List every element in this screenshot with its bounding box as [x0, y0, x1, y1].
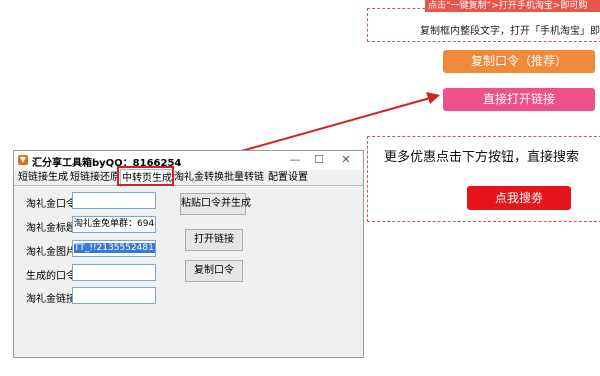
tlj-link-label: 淘礼金链接 — [26, 294, 76, 305]
tlj-title-label: 淘礼金标题 — [26, 223, 76, 234]
tab-settings[interactable]: 配置设置 — [266, 171, 310, 185]
tlj-code-label: 淘礼金口令 — [26, 199, 76, 210]
close-button[interactable]: ✕ — [337, 152, 355, 168]
paste-and-generate-button[interactable]: 粘贴口令并生成 — [180, 193, 251, 215]
title-bar[interactable]: ▼ 汇分享工具箱byQQ：8166254 — ☐ ✕ — [14, 151, 363, 170]
tab-bar: 短链接生成 短链接还原 中转页生成 淘礼金转换 批量转链 配置设置 — [14, 169, 363, 187]
active-tab-highlight — [117, 166, 174, 186]
tab-short-link-restore[interactable]: 短链接还原 — [70, 171, 120, 185]
open-link-button[interactable]: 打开链接 — [185, 229, 243, 251]
tlj-title-input[interactable]: 淘礼金免单群：694806 — [72, 216, 156, 233]
copy-code-button[interactable]: 复制口令 — [185, 260, 243, 282]
generated-code-label: 生成的口令 — [26, 271, 76, 282]
tlj-link-input[interactable] — [72, 287, 156, 304]
app-logo-icon: ▼ — [18, 155, 28, 165]
tlj-image-input[interactable]: TT_!!2135552481.jpg — [72, 240, 156, 257]
tlj-image-label: 淘礼金图片 — [26, 247, 76, 258]
tab-short-link-generate[interactable]: 短链接生成 — [18, 171, 68, 185]
tlj-code-input[interactable] — [72, 192, 156, 209]
tab-batch-convert[interactable]: 批量转链 — [224, 171, 264, 185]
app-window: ▼ 汇分享工具箱byQQ：8166254 — ☐ ✕ 短链接生成 短链接还原 中… — [13, 150, 364, 358]
generated-code-input[interactable] — [72, 264, 156, 281]
tlj-image-selected-text: TT_!!2135552481.jpg — [74, 243, 155, 253]
tab-tlj-convert[interactable]: 淘礼金转换 — [174, 171, 224, 185]
minimize-button[interactable]: — — [286, 152, 304, 168]
maximize-button[interactable]: ☐ — [310, 152, 328, 168]
